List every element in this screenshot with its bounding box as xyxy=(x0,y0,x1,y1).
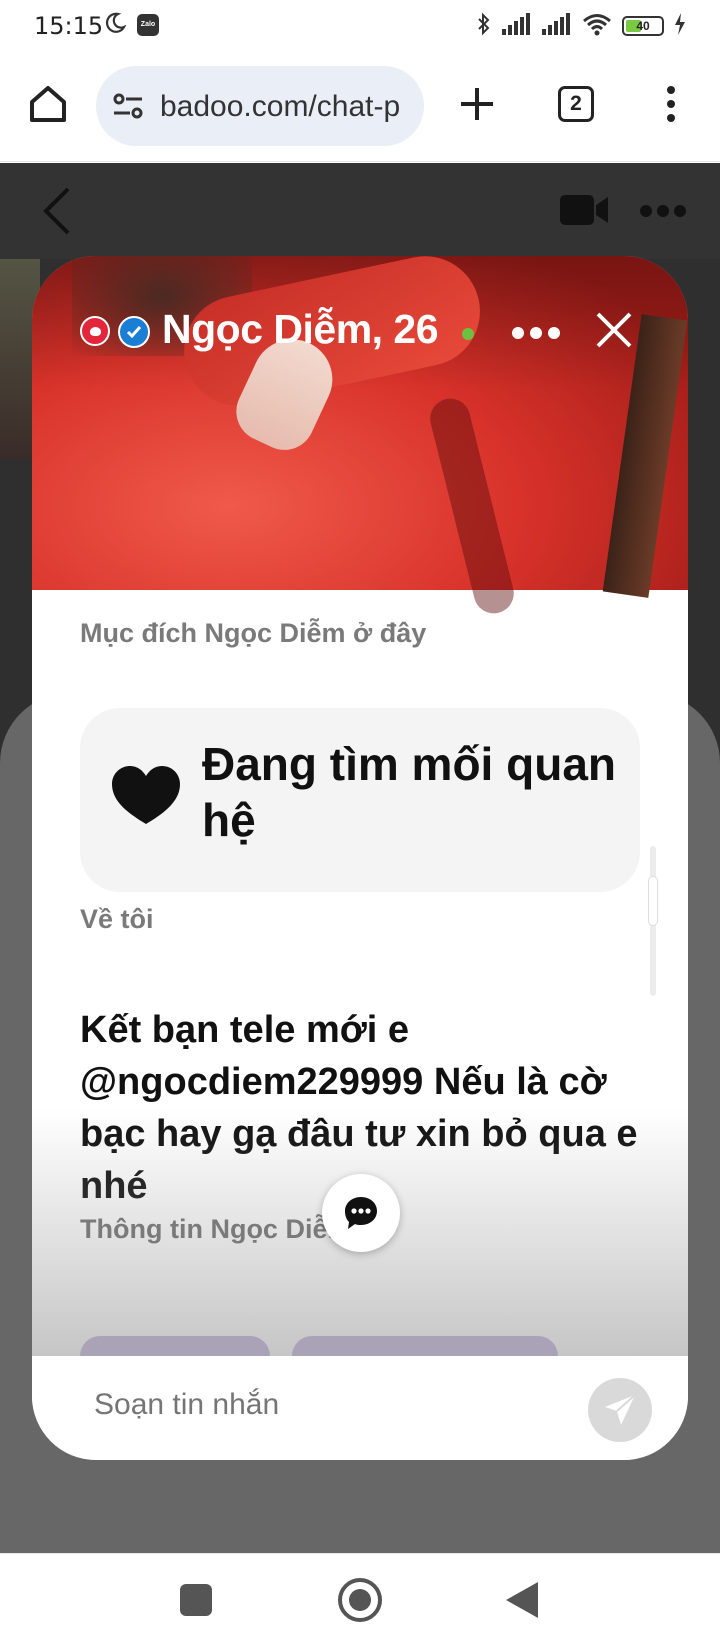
plus-icon xyxy=(461,88,493,120)
profile-name: Ngọc Diễm, 26 xyxy=(162,306,439,352)
send-icon xyxy=(605,1394,636,1425)
chat-more-icon[interactable] xyxy=(638,203,688,219)
chat-header xyxy=(0,163,720,259)
info-label: Thông tin Ngọc Diễm xyxy=(80,1214,352,1244)
scrollbar-thumb[interactable] xyxy=(648,876,658,926)
address-bar[interactable]: badoo.com/chat-p xyxy=(96,66,424,146)
moon-icon xyxy=(104,12,127,34)
wifi-icon xyxy=(582,12,612,41)
heart-icon xyxy=(112,766,180,826)
recents-button[interactable] xyxy=(180,1584,212,1616)
profile-header: Ngọc Diễm, 26 xyxy=(32,298,688,368)
site-settings-icon[interactable] xyxy=(112,92,144,120)
charging-icon xyxy=(674,12,686,40)
close-button[interactable] xyxy=(592,308,636,352)
about-label: Về tôi xyxy=(80,904,154,934)
video-call-icon[interactable] xyxy=(560,193,610,227)
profile-more-button[interactable] xyxy=(510,322,562,344)
relationship-goal-card: Đang tìm mối quan hệ xyxy=(80,708,640,892)
signal-icon xyxy=(502,12,532,40)
close-icon xyxy=(596,312,632,348)
browser-menu-button[interactable] xyxy=(656,82,686,126)
signal-icon-2 xyxy=(542,12,572,40)
browser-toolbar: badoo.com/chat-p 2 xyxy=(0,52,720,162)
back-nav-button[interactable] xyxy=(506,1582,538,1618)
home-button[interactable] xyxy=(26,82,70,126)
status-bar: 15:15 Zalo 40 xyxy=(0,0,720,52)
kebab-menu-icon xyxy=(667,86,675,122)
more-horizontal-icon xyxy=(512,327,560,339)
message-input[interactable] xyxy=(94,1388,534,1422)
status-icons: 40 xyxy=(476,12,686,40)
system-navigation-bar xyxy=(0,1553,720,1650)
battery-level: 40 xyxy=(636,19,650,33)
url-text[interactable]: badoo.com/chat-p xyxy=(160,90,410,124)
chat-bubble-icon xyxy=(345,1197,377,1229)
home-icon xyxy=(30,86,66,122)
home-nav-button[interactable] xyxy=(338,1578,382,1622)
status-time: 15:15 xyxy=(34,12,104,40)
relationship-goal-text: Đang tìm mối quan hệ xyxy=(202,738,616,846)
online-status-dot xyxy=(462,328,474,340)
purpose-label: Mục đích Ngọc Diễm ở đây xyxy=(80,618,427,648)
back-icon[interactable] xyxy=(38,185,74,237)
new-tab-button[interactable] xyxy=(455,82,499,126)
chat-button[interactable] xyxy=(322,1174,400,1252)
zalo-icon: Zalo xyxy=(137,14,159,36)
message-composer xyxy=(32,1356,688,1460)
tab-switcher-button[interactable]: 2 xyxy=(558,86,594,122)
send-button[interactable] xyxy=(588,1378,652,1442)
bluetooth-icon xyxy=(476,12,492,41)
profile-modal: Ngọc Diễm, 26 Mục đích Ngọc Diễm ở đây Đ… xyxy=(32,256,688,1460)
battery-icon: 40 xyxy=(622,16,664,36)
popularity-badge-icon xyxy=(80,316,110,346)
verified-badge-icon xyxy=(118,316,150,348)
